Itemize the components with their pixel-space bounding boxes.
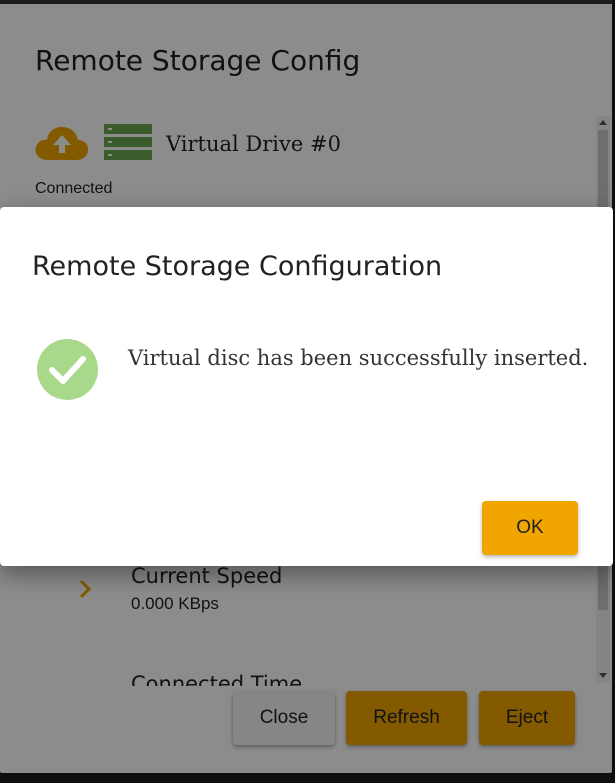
check-circle-icon [37, 339, 98, 400]
dialog-message: Virtual disc has been successfully inser… [128, 346, 589, 370]
ok-button[interactable]: OK [482, 501, 578, 555]
dialog-title: Remote Storage Configuration [32, 251, 443, 282]
success-dialog: Remote Storage Configuration Virtual dis… [0, 207, 613, 566]
